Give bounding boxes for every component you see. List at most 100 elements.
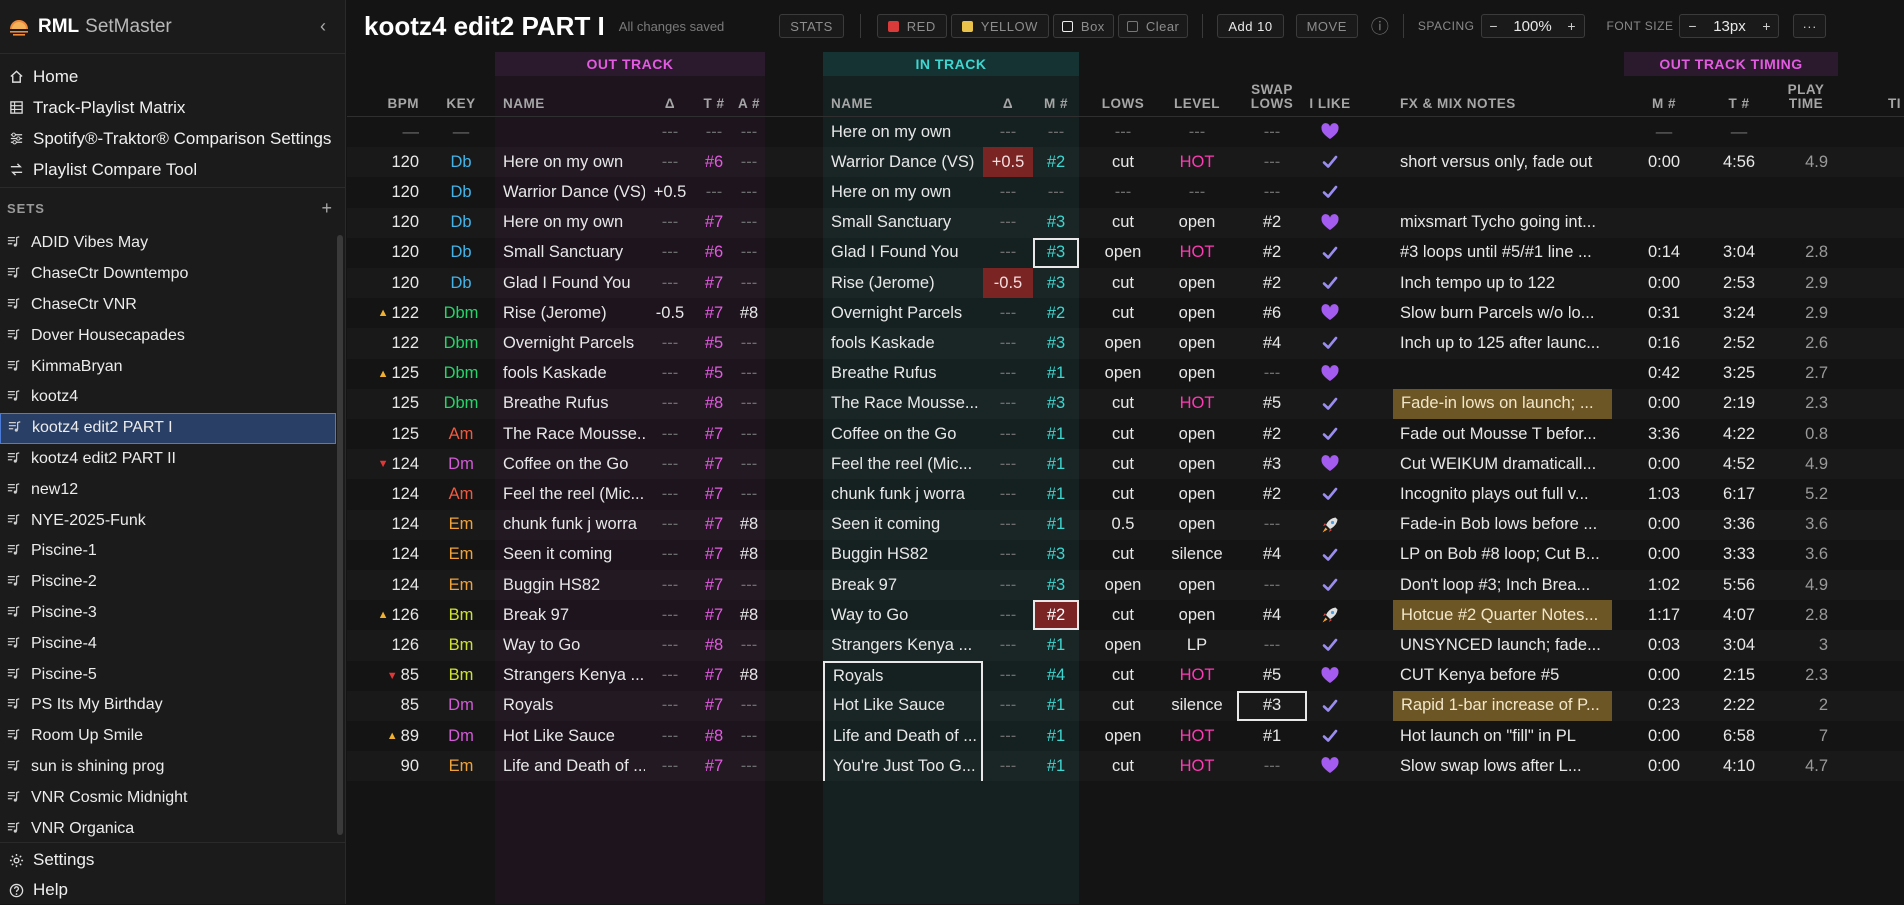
- bpm-cell[interactable]: 125: [347, 419, 427, 449]
- out-a-cell[interactable]: ---: [733, 479, 765, 509]
- level-cell[interactable]: open: [1157, 298, 1237, 328]
- out-name-cell[interactable]: Royals: [495, 691, 645, 721]
- in-name-cell[interactable]: Warrior Dance (VS): [823, 147, 983, 177]
- spacing-decrease-button[interactable]: −: [1482, 18, 1506, 34]
- play-time-cell[interactable]: 3.6: [1774, 540, 1838, 570]
- col-header-out-t[interactable]: T #: [695, 76, 733, 116]
- in-name-cell[interactable]: Buggin HS82: [823, 540, 983, 570]
- bpm-cell[interactable]: 120: [347, 208, 427, 238]
- swap-lows-cell[interactable]: ---: [1237, 570, 1307, 600]
- in-m-cell[interactable]: #3: [1033, 328, 1079, 358]
- fx-notes-cell[interactable]: [1392, 359, 1612, 389]
- swap-lows-cell[interactable]: #4: [1237, 540, 1307, 570]
- out-a-cell[interactable]: #8: [733, 540, 765, 570]
- table-row[interactable]: 126 Bm Way to Go --- #8 --- Strangers Kenya ..…: [347, 630, 1904, 660]
- play-time-cell[interactable]: 2.8: [1774, 238, 1838, 268]
- key-cell[interactable]: Em: [427, 510, 495, 540]
- out-name-cell[interactable]: Coffee on the Go: [495, 449, 645, 479]
- in-name-cell[interactable]: You're Just Too G...: [823, 751, 983, 782]
- level-cell[interactable]: HOT: [1157, 721, 1237, 751]
- yellow-button[interactable]: YELLOW: [950, 14, 1049, 38]
- key-cell[interactable]: Dbm: [427, 389, 495, 419]
- col-header-out-name[interactable]: NAME: [495, 76, 645, 116]
- out-delta-cell[interactable]: ---: [645, 751, 695, 781]
- out-delta-cell[interactable]: ---: [645, 540, 695, 570]
- swap-lows-cell[interactable]: #6: [1237, 298, 1307, 328]
- play-time-cell[interactable]: 3: [1774, 630, 1838, 660]
- set-item[interactable]: ADID Vibes May: [0, 228, 336, 259]
- bpm-cell[interactable]: 122: [347, 328, 427, 358]
- key-cell[interactable]: Am: [427, 479, 495, 509]
- m2-cell[interactable]: 0:00: [1624, 268, 1704, 298]
- level-cell[interactable]: ---: [1157, 117, 1237, 147]
- in-delta-cell[interactable]: ---: [983, 177, 1033, 207]
- fx-notes-cell[interactable]: Inch up to 125 after launc...: [1392, 328, 1612, 358]
- level-cell[interactable]: silence: [1157, 540, 1237, 570]
- out-delta-cell[interactable]: ---: [645, 570, 695, 600]
- out-delta-cell[interactable]: ---: [645, 600, 695, 630]
- lows-cell[interactable]: cut: [1089, 661, 1157, 691]
- t2-cell[interactable]: 2:52: [1704, 328, 1774, 358]
- t2-cell[interactable]: 3:33: [1704, 540, 1774, 570]
- play-time-cell[interactable]: 2.3: [1774, 661, 1838, 691]
- out-delta-cell[interactable]: ---: [645, 510, 695, 540]
- col-header-t2[interactable]: T #: [1704, 76, 1774, 116]
- out-a-cell[interactable]: #8: [733, 600, 765, 630]
- i-like-cell[interactable]: [1307, 117, 1353, 147]
- t2-cell[interactable]: 2:19: [1704, 389, 1774, 419]
- set-item[interactable]: Piscine-2: [0, 567, 336, 598]
- in-m-cell[interactable]: ---: [1033, 177, 1079, 207]
- fx-notes-cell[interactable]: mixsmart Tycho going int...: [1392, 208, 1612, 238]
- in-name-cell[interactable]: Here on my own: [823, 177, 983, 207]
- in-delta-cell[interactable]: ---: [983, 359, 1033, 389]
- set-item[interactable]: Piscine-1: [0, 536, 336, 567]
- level-cell[interactable]: silence: [1157, 691, 1237, 721]
- key-cell[interactable]: Dm: [427, 721, 495, 751]
- out-name-cell[interactable]: Glad I Found You: [495, 268, 645, 298]
- key-cell[interactable]: Dm: [427, 449, 495, 479]
- out-delta-cell[interactable]: ---: [645, 479, 695, 509]
- play-time-cell[interactable]: 5.2: [1774, 479, 1838, 509]
- out-delta-cell[interactable]: ---: [645, 389, 695, 419]
- in-name-cell[interactable]: Overnight Parcels: [823, 298, 983, 328]
- add-10-button[interactable]: Add 10: [1217, 14, 1284, 38]
- fx-notes-cell[interactable]: Inch tempo up to 122: [1392, 268, 1612, 298]
- in-name-cell[interactable]: Way to Go: [823, 600, 983, 630]
- set-item[interactable]: Piscine-5: [0, 659, 336, 690]
- out-t-cell[interactable]: #8: [695, 389, 733, 419]
- in-name-cell[interactable]: Break 97: [823, 570, 983, 600]
- swap-lows-cell[interactable]: #3: [1237, 690, 1307, 721]
- m2-cell[interactable]: 0:00: [1624, 147, 1704, 177]
- level-cell[interactable]: LP: [1157, 630, 1237, 660]
- in-delta-cell[interactable]: ---: [983, 661, 1033, 691]
- bpm-cell[interactable]: 124: [347, 540, 427, 570]
- set-item[interactable]: kootz4: [0, 382, 336, 413]
- out-t-cell[interactable]: #7: [695, 661, 733, 691]
- lows-cell[interactable]: cut: [1089, 147, 1157, 177]
- move-button[interactable]: MOVE: [1295, 14, 1358, 38]
- bpm-cell[interactable]: 120: [347, 268, 427, 298]
- out-name-cell[interactable]: Warrior Dance (VS): [495, 177, 645, 207]
- m2-cell[interactable]: 0:42: [1624, 359, 1704, 389]
- m2-cell[interactable]: 0:14: [1624, 238, 1704, 268]
- table-row[interactable]: 124 Em Seen it coming --- #7 #8 Buggin HS82 ---…: [347, 540, 1904, 570]
- out-t-cell[interactable]: ---: [695, 177, 733, 207]
- out-t-cell[interactable]: #7: [695, 691, 733, 721]
- level-cell[interactable]: HOT: [1157, 389, 1237, 419]
- lows-cell[interactable]: cut: [1089, 751, 1157, 781]
- bpm-cell[interactable]: ▲ 126: [347, 600, 427, 630]
- fx-notes-cell[interactable]: LP on Bob #8 loop; Cut B...: [1392, 540, 1612, 570]
- level-cell[interactable]: open: [1157, 510, 1237, 540]
- set-item[interactable]: ChaseCtr VNR: [0, 290, 336, 321]
- t2-cell[interactable]: 3:04: [1704, 630, 1774, 660]
- in-delta-cell[interactable]: ---: [983, 419, 1033, 449]
- swap-lows-cell[interactable]: ---: [1237, 117, 1307, 147]
- in-delta-cell[interactable]: ---: [983, 328, 1033, 358]
- fx-notes-cell[interactable]: Rapid 1-bar increase of P...: [1393, 690, 1612, 721]
- lows-cell[interactable]: open: [1089, 238, 1157, 268]
- level-cell[interactable]: open: [1157, 449, 1237, 479]
- in-delta-cell[interactable]: ---: [983, 570, 1033, 600]
- col-header-ti[interactable]: TI: [1880, 76, 1904, 116]
- m2-cell[interactable]: 0:23: [1624, 691, 1704, 721]
- col-header-level[interactable]: LEVEL: [1157, 76, 1237, 116]
